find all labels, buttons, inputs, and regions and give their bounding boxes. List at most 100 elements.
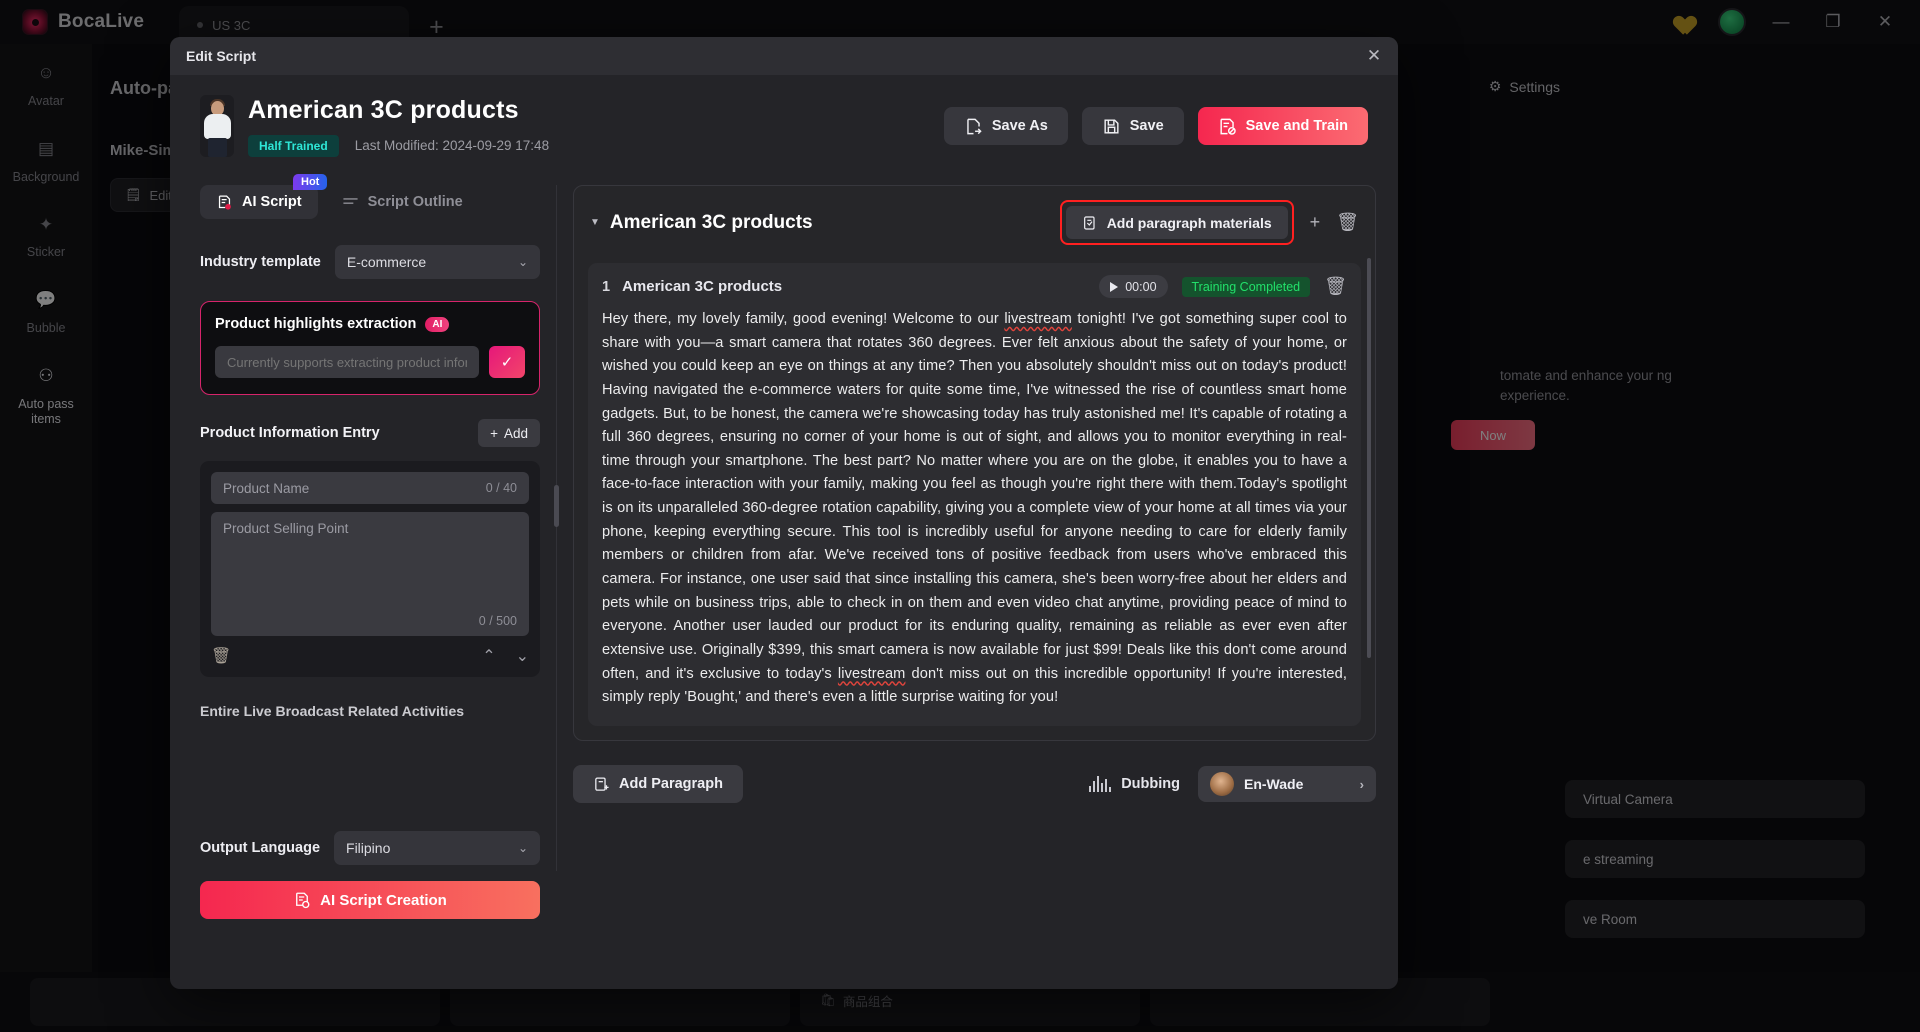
paragraph-1-actions: 00:00 Training Completed 🗑 xyxy=(1099,275,1347,298)
paragraph-1-delete-icon[interactable]: 🗑 xyxy=(1324,276,1347,297)
dubbing-button[interactable]: Dubbing xyxy=(1089,776,1180,792)
industry-template-label: Industry template xyxy=(200,254,321,270)
ai-script-creation-label: AI Script Creation xyxy=(320,891,447,909)
save-as-icon xyxy=(967,118,982,134)
product-highlights-input-row: ✓ xyxy=(215,346,525,378)
industry-template-select[interactable]: E-commerce ⌄ xyxy=(334,245,540,279)
ai-script-icon xyxy=(218,194,231,210)
text-link-livestream-1: livestream xyxy=(1004,311,1072,327)
reorder-controls: ⌃ ⌄ xyxy=(482,646,529,666)
paragraph-1-text[interactable]: Hey there, my lovely family, good evenin… xyxy=(602,308,1347,710)
paragraph-1: 1 American 3C products 00:00 Training Co… xyxy=(588,263,1361,726)
collapse-caret-icon[interactable]: ▼ xyxy=(590,217,600,228)
plus-icon: + xyxy=(490,425,498,441)
close-icon[interactable]: ✕ xyxy=(1364,46,1384,66)
ai-script-creation-button[interactable]: AI Script Creation xyxy=(200,881,540,919)
tab-script-outline[interactable]: Script Outline xyxy=(326,185,479,219)
document-title: American 3C products xyxy=(248,95,519,124)
paragraph-1-number: 1 xyxy=(602,278,611,295)
output-language-select[interactable]: Filipino ⌄ xyxy=(334,831,540,865)
save-and-train-label: Save and Train xyxy=(1245,118,1348,134)
product-info-title: Product Information Entry xyxy=(200,425,380,441)
status-badge: Half Trained xyxy=(248,134,339,157)
script-header: ▼ American 3C products Add paragraph mat… xyxy=(574,186,1375,251)
add-paragraph-materials-button[interactable]: Add paragraph materials xyxy=(1065,206,1288,239)
footer-right: Dubbing En-Wade › xyxy=(1089,766,1376,802)
panel-divider[interactable] xyxy=(554,185,559,871)
modal-header: American 3C products Half Trained Last M… xyxy=(170,75,1398,167)
chevron-down-icon: ⌄ xyxy=(517,255,528,269)
ai-badge: AI xyxy=(425,316,450,332)
avatar-body xyxy=(204,114,231,139)
paragraph-1-status-badge: Training Completed xyxy=(1181,276,1311,297)
save-label: Save xyxy=(1129,118,1164,134)
edit-script-modal: Edit Script ✕ American 3C products Half … xyxy=(170,37,1398,989)
voice-selector[interactable]: En-Wade › xyxy=(1198,766,1376,802)
panel-tabs: AI Script Script Outline Hot xyxy=(200,174,540,219)
add-paragraph-label: Add Paragraph xyxy=(619,776,723,792)
paragraph-1-duration: 00:00 xyxy=(1125,279,1157,294)
product-name-counter: 0 / 40 xyxy=(485,481,517,495)
avatar-legs xyxy=(208,138,227,157)
modal-title: Edit Script xyxy=(186,48,257,64)
move-up-icon[interactable]: ⌃ xyxy=(482,646,495,666)
industry-template-value: E-commerce xyxy=(346,254,427,270)
product-highlights-confirm-button[interactable]: ✓ xyxy=(489,346,525,378)
save-as-label: Save As xyxy=(991,118,1048,134)
paragraph-1-title[interactable]: American 3C products xyxy=(622,278,782,295)
add-paragraph-materials-highlight: Add paragraph materials xyxy=(1059,200,1294,245)
header-actions: Save As Save Save and Train xyxy=(943,107,1368,145)
tab-ai-script[interactable]: AI Script xyxy=(200,185,318,219)
script-scrollbar[interactable] xyxy=(1367,258,1371,658)
right-panel: ▼ American 3C products Add paragraph mat… xyxy=(573,185,1376,871)
product-highlights-card: Product highlights extraction AI ✓ xyxy=(200,301,540,395)
text-link-livestream-2: livestream xyxy=(837,665,906,682)
add-product-label: Add xyxy=(503,425,528,441)
avatar-thumbnail xyxy=(200,95,234,157)
product-selling-point-input[interactable]: Product Selling Point 0 / 500 xyxy=(211,512,529,636)
header-meta: American 3C products Half Trained Last M… xyxy=(248,96,549,157)
save-and-train-button[interactable]: Save and Train xyxy=(1197,107,1368,145)
add-paragraph-icon[interactable]: + xyxy=(1310,212,1321,233)
move-down-icon[interactable]: ⌄ xyxy=(516,646,529,666)
save-button[interactable]: Save xyxy=(1081,107,1184,145)
ai-create-icon xyxy=(296,892,310,909)
delete-product-icon[interactable]: 🗑 xyxy=(211,646,231,666)
voice-avatar xyxy=(1210,772,1234,796)
output-language-row: Output Language Filipino ⌄ xyxy=(200,831,540,865)
product-entry-card: Product Name 0 / 40 Product Selling Poin… xyxy=(200,461,540,677)
delete-script-icon[interactable]: 🗑 xyxy=(1336,212,1359,233)
hot-badge: Hot xyxy=(293,174,328,190)
script-header-actions: Add paragraph materials + 🗑 xyxy=(1059,200,1359,245)
save-icon xyxy=(1104,118,1119,134)
add-paragraph-materials-label: Add paragraph materials xyxy=(1106,214,1272,231)
last-modified-text: Last Modified: 2024-09-29 17:48 xyxy=(354,138,550,153)
product-highlights-input[interactable] xyxy=(215,346,479,378)
save-as-button[interactable]: Save As xyxy=(943,107,1068,145)
right-panel-footer: Add Paragraph Dubbing En-Wade › xyxy=(573,765,1376,803)
add-paragraph-button[interactable]: Add Paragraph xyxy=(573,765,743,803)
meta-row: Half Trained Last Modified: 2024-09-29 1… xyxy=(248,134,550,157)
waveform-icon xyxy=(1089,776,1112,792)
text-seg-b: tonight! I've got something super cool t… xyxy=(602,311,1348,682)
paragraph-1-play-button[interactable]: 00:00 xyxy=(1099,275,1168,298)
left-panel: AI Script Script Outline Hot Industry te… xyxy=(192,174,540,919)
play-icon xyxy=(1110,281,1119,292)
output-language-value: Filipino xyxy=(346,840,391,856)
product-selling-counter: 0 / 500 xyxy=(478,614,517,628)
dubbing-label: Dubbing xyxy=(1121,776,1180,792)
script-title: American 3C products xyxy=(609,211,813,233)
materials-icon xyxy=(1083,215,1095,230)
text-seg-a: Hey there, my lovely family, good evenin… xyxy=(602,311,1005,327)
industry-template-row: Industry template E-commerce ⌄ xyxy=(200,245,540,279)
product-name-placeholder: Product Name xyxy=(223,480,310,496)
voice-name: En-Wade xyxy=(1244,776,1304,792)
product-name-input[interactable]: Product Name 0 / 40 xyxy=(211,472,529,504)
save-and-train-icon xyxy=(1220,118,1236,135)
product-highlights-title: Product highlights extraction xyxy=(215,316,417,332)
related-activities-title: Entire Live Broadcast Related Activities xyxy=(200,703,465,719)
tab-ai-script-label: AI Script xyxy=(242,194,302,210)
product-selling-placeholder: Product Selling Point xyxy=(223,521,349,536)
add-product-button[interactable]: + Add xyxy=(478,419,540,447)
tab-script-outline-label: Script Outline xyxy=(367,194,463,210)
